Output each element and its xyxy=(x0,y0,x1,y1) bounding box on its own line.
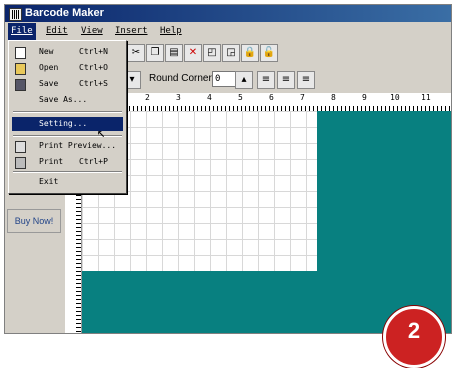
align-center-icon[interactable]: ≡ xyxy=(277,71,295,89)
round-corner-input[interactable]: 0 xyxy=(212,71,236,87)
menu-edit[interactable]: Edit xyxy=(43,23,71,40)
copy-icon[interactable]: ❐ xyxy=(146,44,164,62)
app-window: Barcode Maker File Edit View Insert Help… xyxy=(4,4,452,334)
delete-icon[interactable]: ✕ xyxy=(184,44,202,62)
buy-now-button[interactable]: Buy Now! xyxy=(7,209,61,233)
unlock-icon[interactable]: 🔓 xyxy=(260,44,278,62)
printer-icon xyxy=(15,157,26,169)
menu-item-save[interactable]: Save Ctrl+S xyxy=(9,77,126,91)
ruler-tick: 9 xyxy=(362,93,367,102)
save-disk-icon xyxy=(15,79,26,91)
file-menu-dropdown: New Ctrl+N Open Ctrl+O Save Ctrl+S Save … xyxy=(8,40,127,194)
ruler-tick: 4 xyxy=(207,93,212,102)
menu-separator xyxy=(13,111,122,113)
cut-icon[interactable]: ✂ xyxy=(127,44,145,62)
menu-item-print[interactable]: Print Ctrl+P xyxy=(9,155,126,169)
send-back-icon[interactable]: ◲ xyxy=(222,44,240,62)
menu-view[interactable]: View xyxy=(78,23,106,40)
ruler-tick: 6 xyxy=(269,93,274,102)
round-corner-spinner[interactable]: ▴ xyxy=(235,71,253,89)
design-canvas-area[interactable] xyxy=(82,111,451,333)
menu-file[interactable]: File xyxy=(8,23,36,40)
lock-icon[interactable]: 🔒 xyxy=(241,44,259,62)
align-right-icon[interactable]: ≡ xyxy=(297,71,315,89)
title-bar: Barcode Maker xyxy=(5,5,451,22)
ruler-tick: 3 xyxy=(176,93,181,102)
menu-item-new[interactable]: New Ctrl+N xyxy=(9,45,126,59)
menu-help[interactable]: Help xyxy=(157,23,185,40)
print-preview-icon xyxy=(15,141,26,153)
menu-item-exit[interactable]: Exit xyxy=(9,175,126,189)
menu-insert[interactable]: Insert xyxy=(112,23,151,40)
new-file-icon xyxy=(15,47,26,59)
menu-separator xyxy=(13,135,122,137)
step-number-badge: 2 xyxy=(383,306,445,368)
ruler-tick: 11 xyxy=(421,93,431,102)
bring-front-icon[interactable]: ◰ xyxy=(203,44,221,62)
align-left-icon[interactable]: ≡ xyxy=(257,71,275,89)
menu-bar: File Edit View Insert Help xyxy=(5,23,451,40)
ruler-tick: 8 xyxy=(331,93,336,102)
ruler-tick: 5 xyxy=(238,93,243,102)
paste-icon[interactable]: ▤ xyxy=(165,44,183,62)
ruler-tick: 7 xyxy=(300,93,305,102)
mouse-cursor-icon: ↖ xyxy=(97,125,106,141)
round-corner-label: Round Corner: xyxy=(149,73,215,84)
menu-item-print-preview[interactable]: Print Preview... xyxy=(9,139,126,153)
barcode-app-icon xyxy=(9,8,22,21)
menu-separator xyxy=(13,171,122,173)
menu-item-setting[interactable]: Setting... xyxy=(12,117,123,131)
menu-item-save-as[interactable]: Save As... xyxy=(9,93,126,107)
ruler-tick: 2 xyxy=(145,93,150,102)
window-title: Barcode Maker xyxy=(25,7,104,19)
menu-item-open[interactable]: Open Ctrl+O xyxy=(9,61,126,75)
open-folder-icon xyxy=(15,63,26,75)
ruler-tick: 10 xyxy=(390,93,400,102)
